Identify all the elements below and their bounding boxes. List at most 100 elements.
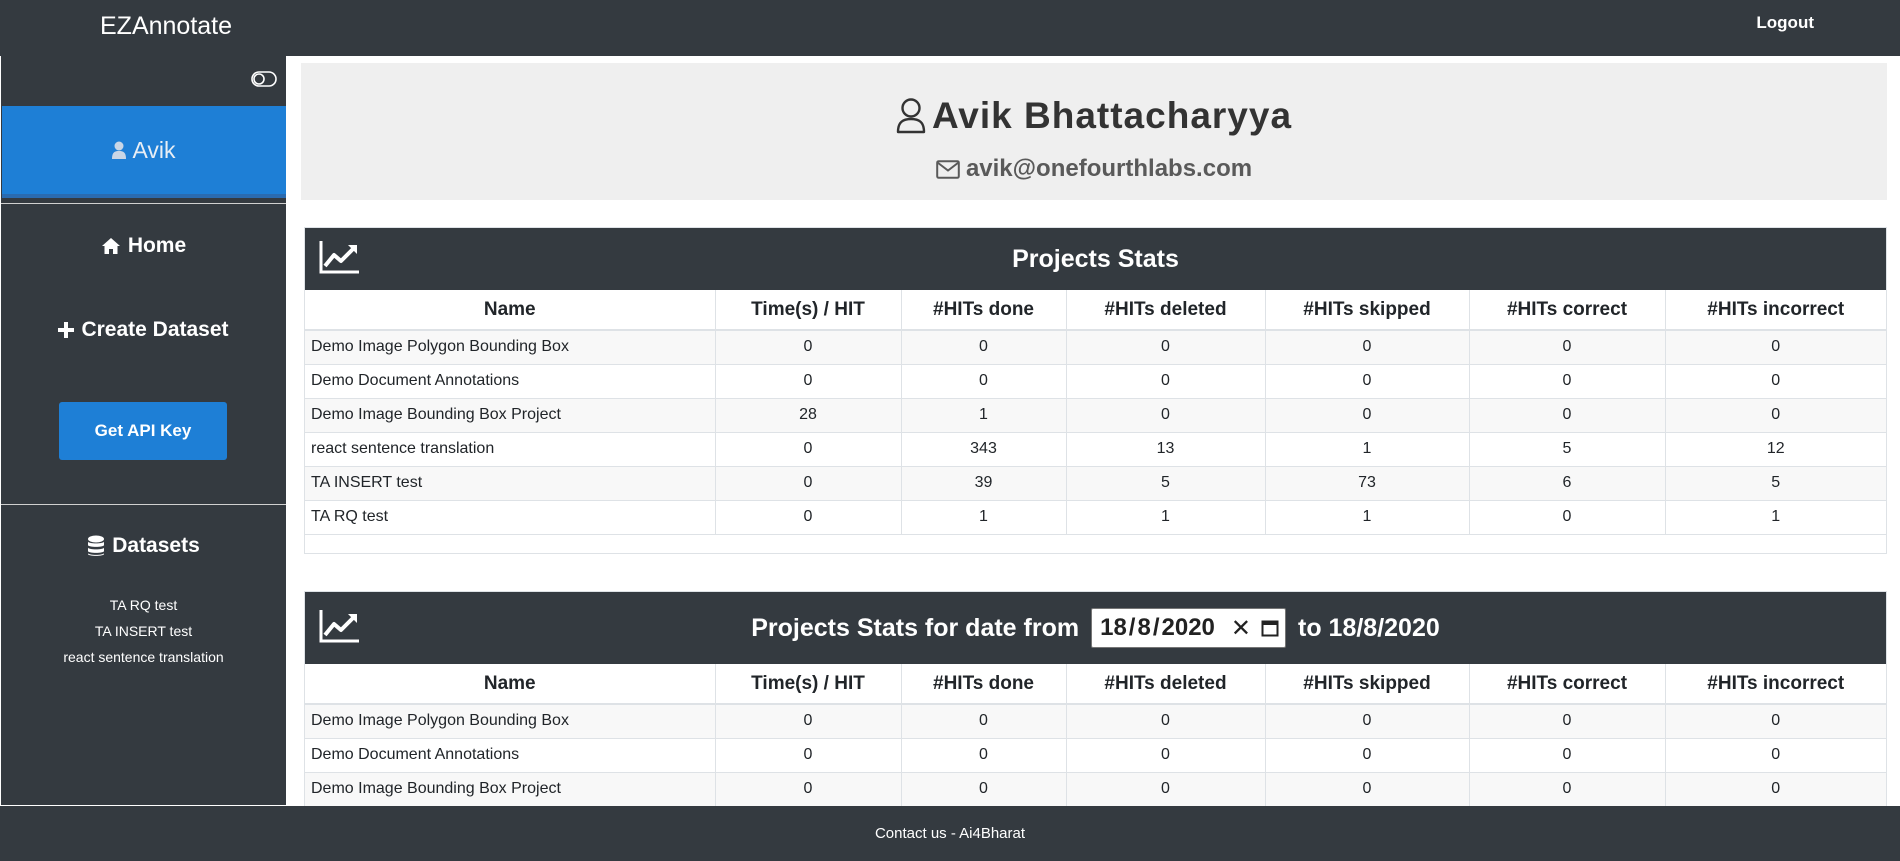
date-year[interactable]: 2020 [1160, 614, 1217, 642]
cell-name: Demo Image Polygon Bounding Box [305, 330, 716, 365]
cell: 12 [1665, 432, 1886, 467]
sidebar-divider [1, 504, 286, 505]
cell: 0 [715, 330, 902, 365]
sidebar-item-label: Create Dataset [81, 318, 229, 341]
cell: 0 [715, 432, 902, 467]
cell: 0 [1066, 738, 1266, 773]
cell: 1 [1066, 500, 1266, 535]
cell: 1 [901, 500, 1067, 535]
cell: 0 [901, 330, 1067, 365]
cell: 0 [1469, 772, 1666, 806]
table-row: Demo Document Annotations 0 0 0 0 0 0 [305, 364, 1886, 399]
cell-name: react sentence translation [305, 432, 716, 467]
line-chart-icon [319, 610, 359, 643]
cell: 13 [1066, 432, 1266, 467]
cell: 0 [1265, 738, 1470, 773]
calendar-icon[interactable] [1261, 619, 1279, 637]
toggle-icon[interactable] [251, 71, 277, 87]
app-brand[interactable]: EZAnnotate [100, 12, 232, 41]
sidebar-item-home[interactable]: Home [1, 234, 286, 258]
cell: 0 [901, 704, 1067, 739]
cell: 0 [901, 738, 1067, 773]
column-header: Time(s) / HIT [715, 664, 902, 705]
dataset-item[interactable]: react sentence translation [1, 644, 286, 670]
table-row: Demo Image Polygon Bounding Box 0 0 0 0 … [305, 330, 1886, 365]
dataset-item[interactable]: TA RQ test [1, 592, 286, 618]
top-navbar: EZAnnotate Logout [0, 0, 1900, 56]
dataset-list: TA RQ test TA INSERT test react sentence… [1, 592, 286, 670]
sidebar-item-label: Home [127, 234, 187, 257]
clear-date-icon[interactable]: ✕ [1231, 614, 1251, 643]
card-header: Projects Stats for date from 18/8/2020 ✕… [305, 592, 1886, 664]
card-title-prefix: Projects Stats for date from [751, 613, 1080, 642]
column-header: #HITs incorrect [1665, 290, 1886, 331]
cell: 0 [1469, 500, 1666, 535]
table-row: react sentence translation 0 343 13 1 5 … [305, 432, 1886, 467]
cell: 0 [1665, 364, 1886, 399]
cell: 0 [1469, 738, 1666, 773]
cell: 0 [715, 772, 902, 806]
cell: 28 [715, 398, 902, 433]
cell-name: Demo Image Polygon Bounding Box [305, 704, 716, 739]
datasets-title: Datasets [112, 534, 200, 557]
logout-link[interactable]: Logout [1756, 13, 1814, 33]
cell: 0 [1066, 772, 1266, 806]
profile-name-row: Avik Bhattacharyya [301, 95, 1887, 137]
cell: 0 [1265, 704, 1470, 739]
cell-name: TA RQ test [305, 500, 716, 535]
datasets-heading: Datasets [1, 534, 286, 558]
column-header: #HITs deleted [1066, 664, 1266, 705]
sidebar-user-name: Avik [132, 136, 176, 163]
cell: 5 [1469, 432, 1666, 467]
column-header: #HITs skipped [1265, 664, 1470, 705]
profile-header: Avik Bhattacharyya avik@onefourthlabs.co… [301, 63, 1887, 200]
cell: 1 [1665, 500, 1886, 535]
date-from-input[interactable]: 18/8/2020 ✕ [1091, 608, 1286, 648]
home-icon [101, 238, 120, 254]
column-header: #HITs done [901, 290, 1067, 331]
dataset-item[interactable]: TA INSERT test [1, 618, 286, 644]
card-title-suffix: to 18/8/2020 [1298, 613, 1440, 642]
projects-stats-table: Name Time(s) / HIT #HITs done #HITs dele… [305, 290, 1886, 535]
get-api-key-button[interactable]: Get API Key [59, 402, 227, 460]
footer-contact[interactable]: Contact us - Ai4Bharat [875, 825, 1025, 842]
envelope-icon [936, 159, 960, 179]
cell: 0 [1265, 364, 1470, 399]
cell: 0 [1469, 330, 1666, 365]
cell: 0 [1665, 330, 1886, 365]
sidebar-divider [1, 203, 286, 204]
cell: 39 [901, 466, 1067, 501]
card-header: Projects Stats [305, 228, 1886, 290]
card-title: Projects Stats [1012, 244, 1179, 273]
cell: 6 [1469, 466, 1666, 501]
cell: 0 [715, 738, 902, 773]
date-stats-table: Name Time(s) / HIT #HITs done #HITs dele… [305, 664, 1886, 806]
table-row: TA RQ test 0 1 1 1 0 1 [305, 500, 1886, 535]
column-header: #HITs done [901, 664, 1067, 705]
cell: 0 [715, 466, 902, 501]
column-header: Time(s) / HIT [715, 290, 902, 331]
cell-name: Demo Image Bounding Box Project [305, 772, 716, 806]
date-month[interactable]: 8 [1135, 614, 1152, 642]
sidebar-user[interactable]: Avik [2, 106, 286, 198]
profile-email-row: avik@onefourthlabs.com [301, 155, 1887, 183]
cell: 0 [1265, 398, 1470, 433]
line-chart-icon [319, 241, 359, 274]
cell: 5 [1665, 466, 1886, 501]
database-icon [88, 535, 105, 556]
cell: 0 [1665, 772, 1886, 806]
cell: 0 [1469, 704, 1666, 739]
sidebar: Avik Home Create Dataset Get API Key Dat… [0, 56, 287, 806]
cell: 0 [1665, 398, 1886, 433]
table-row: Demo Image Bounding Box Project 28 1 0 0… [305, 398, 1886, 433]
user-outline-icon [896, 98, 926, 134]
cell: 1 [1265, 500, 1470, 535]
date-day[interactable]: 18 [1098, 614, 1129, 642]
sidebar-item-create-dataset[interactable]: Create Dataset [1, 318, 286, 342]
cell: 0 [901, 364, 1067, 399]
plus-icon [58, 322, 75, 338]
profile-name: Avik Bhattacharyya [931, 95, 1293, 136]
cell: 5 [1066, 466, 1266, 501]
column-header: Name [305, 664, 716, 705]
cell: 0 [715, 704, 902, 739]
